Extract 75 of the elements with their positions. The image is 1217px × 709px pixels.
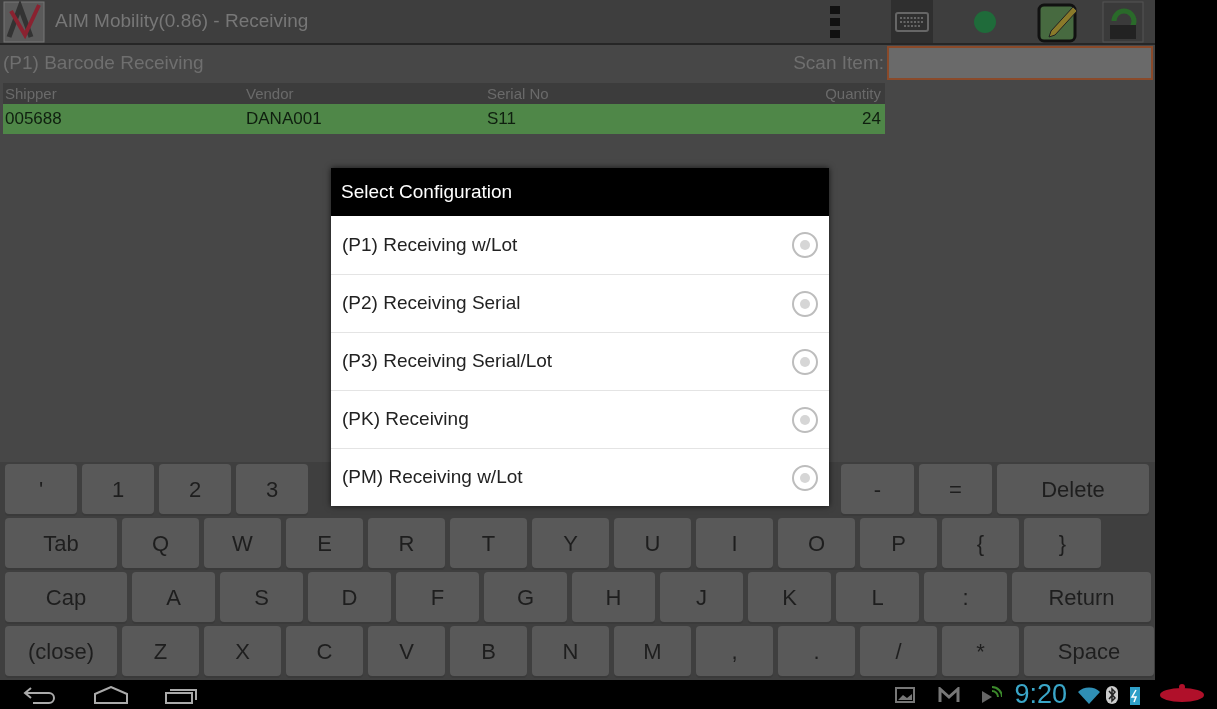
- configuration-option[interactable]: (P2) Receiving Serial: [331, 274, 829, 332]
- keyboard-key[interactable]: S: [220, 572, 303, 622]
- keyboard-key[interactable]: X: [204, 626, 281, 676]
- table-cell: 24: [862, 109, 881, 129]
- keyboard-key[interactable]: A: [132, 572, 215, 622]
- keyboard-key[interactable]: 1: [82, 464, 154, 514]
- keyboard-key[interactable]: Z: [122, 626, 199, 676]
- home-icon[interactable]: [93, 685, 129, 704]
- table-cell: DANA001: [246, 109, 322, 129]
- keyboard-key[interactable]: Q: [122, 518, 199, 568]
- radio-button[interactable]: [792, 232, 818, 258]
- keyboard-key[interactable]: Tab: [5, 518, 117, 568]
- configuration-option[interactable]: (P1) Receiving w/Lot: [331, 216, 829, 274]
- status-dot-icon: [973, 9, 997, 34]
- window-title: AIM Mobility(0.86) - Receiving: [55, 9, 309, 34]
- keyboard-key[interactable]: H: [572, 572, 655, 622]
- keyboard-key[interactable]: G: [484, 572, 567, 622]
- media-cast-icon: [980, 684, 1003, 705]
- keyboard-key[interactable]: 2: [159, 464, 231, 514]
- keyboard-key[interactable]: :: [924, 572, 1007, 622]
- configuration-option[interactable]: (P3) Receiving Serial/Lot: [331, 332, 829, 390]
- keyboard-key[interactable]: }: [1024, 518, 1101, 568]
- keyboard-key[interactable]: Y: [532, 518, 609, 568]
- keyboard-key[interactable]: C: [286, 626, 363, 676]
- keyboard-key[interactable]: T: [450, 518, 527, 568]
- keyboard-key[interactable]: P: [860, 518, 937, 568]
- keyboard-key[interactable]: -: [841, 464, 914, 514]
- wifi-icon: [1077, 685, 1101, 704]
- keyboard-key[interactable]: R: [368, 518, 445, 568]
- keyboard-key[interactable]: E: [286, 518, 363, 568]
- keyboard-key[interactable]: I: [696, 518, 773, 568]
- keyboard-key[interactable]: 3: [236, 464, 308, 514]
- keyboard-key[interactable]: F: [396, 572, 479, 622]
- dialog-title: Select Configuration: [341, 179, 513, 204]
- keyboard-key[interactable]: Space: [1024, 626, 1154, 676]
- keyboard-key[interactable]: ,: [696, 626, 773, 676]
- radio-button[interactable]: [792, 406, 818, 433]
- radio-button[interactable]: [792, 464, 818, 491]
- mail-icon: [938, 686, 961, 703]
- radio-button[interactable]: [792, 348, 818, 375]
- keyboard-key[interactable]: N: [532, 626, 609, 676]
- keyboard-key[interactable]: ': [5, 464, 77, 514]
- keyboard-icon[interactable]: [891, 0, 933, 43]
- keyboard-key[interactable]: J: [660, 572, 743, 622]
- overflow-menu-icon[interactable]: [829, 3, 841, 40]
- keyboard-key[interactable]: W: [204, 518, 281, 568]
- keyboard-key[interactable]: .: [778, 626, 855, 676]
- bluetooth-icon: [1105, 684, 1119, 705]
- keyboard-key[interactable]: D: [308, 572, 391, 622]
- table-cell: S11: [487, 109, 516, 129]
- table-cell: 005688: [5, 109, 62, 129]
- configuration-option[interactable]: (PK) Receiving: [331, 390, 829, 448]
- scan-item-field[interactable]: [887, 46, 1153, 80]
- keyboard-key[interactable]: (close): [5, 626, 117, 676]
- keyboard-key[interactable]: M: [614, 626, 691, 676]
- image-icon: [895, 686, 916, 703]
- keyboard-key[interactable]: /: [860, 626, 937, 676]
- keyboard-key[interactable]: U: [614, 518, 691, 568]
- keyboard-key[interactable]: B: [450, 626, 527, 676]
- clock-time: 9:20: [1014, 681, 1067, 708]
- configuration-option[interactable]: (PM) Receiving w/Lot: [331, 448, 829, 506]
- keyboard-key[interactable]: V: [368, 626, 445, 676]
- keyboard-key[interactable]: {: [942, 518, 1019, 568]
- keyboard-key[interactable]: Cap: [5, 572, 127, 622]
- keyboard-key[interactable]: K: [748, 572, 831, 622]
- keyboard-key[interactable]: Delete: [997, 464, 1149, 514]
- keyboard-key[interactable]: *: [942, 626, 1019, 676]
- keyboard-key[interactable]: Return: [1012, 572, 1151, 622]
- keyboard-key[interactable]: L: [836, 572, 919, 622]
- battery-charging-icon: [1129, 684, 1141, 705]
- table-row[interactable]: 005688 DANA001 S11 24: [3, 104, 885, 134]
- radio-button[interactable]: [792, 290, 818, 317]
- back-icon[interactable]: [23, 685, 55, 704]
- keyboard-key[interactable]: O: [778, 518, 855, 568]
- keyboard-key[interactable]: =: [919, 464, 992, 514]
